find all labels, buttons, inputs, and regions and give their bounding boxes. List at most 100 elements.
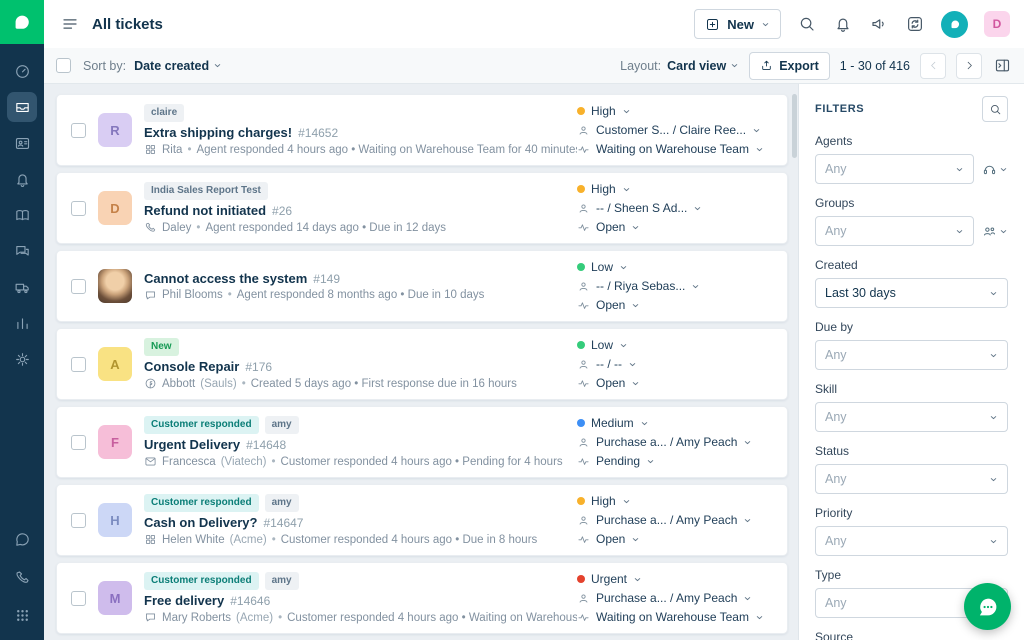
ticket-card[interactable]: RclaireExtra shipping charges!#14652Rita… bbox=[56, 94, 788, 166]
filter-select-status[interactable]: Any bbox=[815, 464, 1008, 494]
filter-select-groups[interactable]: Any bbox=[815, 216, 974, 246]
ticket-checkbox[interactable] bbox=[71, 513, 86, 528]
new-ticket-button[interactable]: New bbox=[694, 9, 781, 39]
status-dropdown[interactable]: Open bbox=[577, 220, 773, 234]
ticket-title[interactable]: Cannot access the system bbox=[144, 271, 307, 286]
ticket-tag: India Sales Report Test bbox=[144, 182, 268, 200]
ticket-views-toggle-icon[interactable] bbox=[58, 12, 82, 36]
assignment-dropdown[interactable]: -- / Riya Sebas... bbox=[577, 279, 773, 293]
filter-label-created: Created bbox=[815, 258, 1008, 272]
ticket-checkbox[interactable] bbox=[71, 123, 86, 138]
status-dropdown[interactable]: Open bbox=[577, 298, 773, 312]
filter-select-priority[interactable]: Any bbox=[815, 526, 1008, 556]
ticket-tag: amy bbox=[265, 572, 299, 590]
priority-dropdown[interactable]: Low bbox=[577, 338, 773, 352]
ticket-meta: Francesca(Viatech)•Customer responded 4 … bbox=[144, 455, 577, 468]
status-dropdown[interactable]: Waiting on Warehouse Team bbox=[577, 142, 773, 156]
requester-avatar: A bbox=[98, 347, 132, 381]
headset-icon[interactable] bbox=[982, 162, 1008, 177]
scrollbar[interactable] bbox=[792, 94, 797, 158]
nav-forums-icon[interactable] bbox=[7, 236, 37, 266]
ticket-title[interactable]: Urgent Delivery bbox=[144, 437, 240, 452]
ticket-title[interactable]: Refund not initiated bbox=[144, 203, 266, 218]
ticket-title[interactable]: Extra shipping charges! bbox=[144, 125, 292, 140]
next-page-button[interactable] bbox=[956, 53, 982, 79]
select-all-checkbox[interactable] bbox=[56, 58, 71, 73]
nav-freshchat-icon[interactable] bbox=[7, 524, 37, 554]
status-dropdown[interactable]: Waiting on Warehouse Team bbox=[577, 610, 773, 624]
export-button[interactable]: Export bbox=[749, 52, 830, 80]
nav-analytics-icon[interactable] bbox=[7, 308, 37, 338]
ticket-title[interactable]: Free delivery bbox=[144, 593, 224, 608]
ticket-checkbox[interactable] bbox=[71, 279, 86, 294]
filter-select-skill[interactable]: Any bbox=[815, 402, 1008, 432]
freshworks-switcher-icon[interactable] bbox=[941, 11, 968, 38]
nav-apps-icon[interactable] bbox=[7, 600, 37, 630]
status-dropdown[interactable]: Open bbox=[577, 532, 773, 546]
ticket-card[interactable]: HCustomer respondedamyCash on Delivery?#… bbox=[56, 484, 788, 556]
ticket-card[interactable]: Cannot access the system#149Phil Blooms•… bbox=[56, 250, 788, 322]
expand-panel-icon[interactable] bbox=[992, 56, 1012, 76]
ticket-checkbox[interactable] bbox=[71, 591, 86, 606]
priority-dropdown[interactable]: High bbox=[577, 494, 773, 508]
nav-tickets-icon[interactable] bbox=[7, 92, 37, 122]
ticket-card[interactable]: ANewConsole Repair#176Abbott(Sauls)•Crea… bbox=[56, 328, 788, 400]
person-icon bbox=[577, 124, 590, 137]
search-icon[interactable] bbox=[797, 14, 817, 34]
person-icon bbox=[577, 280, 590, 293]
nav-phone-icon[interactable] bbox=[7, 562, 37, 592]
ticket-checkbox[interactable] bbox=[71, 201, 86, 216]
filter-search-button[interactable] bbox=[982, 96, 1008, 122]
priority-dot bbox=[577, 107, 585, 115]
ticket-checkbox[interactable] bbox=[71, 435, 86, 450]
prev-page-button[interactable] bbox=[920, 53, 946, 79]
priority-dropdown[interactable]: High bbox=[577, 182, 773, 196]
user-avatar[interactable]: D bbox=[984, 11, 1010, 37]
assignment-dropdown[interactable]: Purchase a... / Amy Peach bbox=[577, 435, 773, 449]
ticket-card[interactable]: MCustomer respondedamyFree delivery#1464… bbox=[56, 562, 788, 634]
ticket-card[interactable]: FCustomer respondedamyUrgent Delivery#14… bbox=[56, 406, 788, 478]
assignment-dropdown[interactable]: -- / -- bbox=[577, 357, 773, 371]
priority-dropdown[interactable]: Medium bbox=[577, 416, 773, 430]
status-dropdown[interactable]: Open bbox=[577, 376, 773, 390]
nav-admin-icon[interactable] bbox=[7, 344, 37, 374]
assignment-dropdown[interactable]: Purchase a... / Amy Peach bbox=[577, 591, 773, 605]
ticket-tag: Customer responded bbox=[144, 494, 259, 512]
nav-contacts-icon[interactable] bbox=[7, 128, 37, 158]
person-icon bbox=[577, 436, 590, 449]
layout-dropdown[interactable]: Card view bbox=[667, 59, 739, 73]
sort-dropdown[interactable]: Date created bbox=[134, 59, 222, 73]
facebook-source-icon bbox=[144, 377, 157, 390]
priority-dropdown[interactable]: High bbox=[577, 104, 773, 118]
assignment-dropdown[interactable]: Purchase a... / Amy Peach bbox=[577, 513, 773, 527]
chat-widget-button[interactable] bbox=[964, 583, 1011, 630]
priority-dropdown[interactable]: Urgent bbox=[577, 572, 773, 586]
people-icon[interactable] bbox=[982, 224, 1008, 239]
nav-dashboard-icon[interactable] bbox=[7, 56, 37, 86]
filter-select-created[interactable]: Last 30 days bbox=[815, 278, 1008, 308]
whats-new-icon[interactable] bbox=[905, 14, 925, 34]
nav-solutions-icon[interactable] bbox=[7, 200, 37, 230]
ticket-meta: Daley•Agent responded 14 days ago • Due … bbox=[144, 221, 577, 234]
person-icon bbox=[577, 358, 590, 371]
nav-social-icon[interactable] bbox=[7, 164, 37, 194]
assignment-dropdown[interactable]: -- / Sheen S Ad... bbox=[577, 201, 773, 215]
ticket-checkbox[interactable] bbox=[71, 357, 86, 372]
status-dropdown[interactable]: Pending bbox=[577, 454, 773, 468]
ticket-title[interactable]: Console Repair bbox=[144, 359, 239, 374]
freshdesk-logo[interactable] bbox=[0, 0, 44, 44]
chevron-down-icon bbox=[761, 20, 770, 29]
notifications-bell-icon[interactable] bbox=[833, 14, 853, 34]
priority-dropdown[interactable]: Low bbox=[577, 260, 773, 274]
ticket-card[interactable]: DIndia Sales Report TestRefund not initi… bbox=[56, 172, 788, 244]
ticket-tag: amy bbox=[265, 416, 299, 434]
assignment-dropdown[interactable]: Customer S... / Claire Ree... bbox=[577, 123, 773, 137]
nav-field-service-icon[interactable] bbox=[7, 272, 37, 302]
filter-select-due-by[interactable]: Any bbox=[815, 340, 1008, 370]
announcements-icon[interactable] bbox=[869, 14, 889, 34]
filter-select-agents[interactable]: Any bbox=[815, 154, 974, 184]
ticket-title[interactable]: Cash on Delivery? bbox=[144, 515, 257, 530]
ticket-meta: Helen White(Acme)•Customer responded 4 h… bbox=[144, 533, 577, 546]
sort-by-label: Sort by: bbox=[83, 59, 126, 73]
status-pulse-icon bbox=[577, 299, 590, 312]
